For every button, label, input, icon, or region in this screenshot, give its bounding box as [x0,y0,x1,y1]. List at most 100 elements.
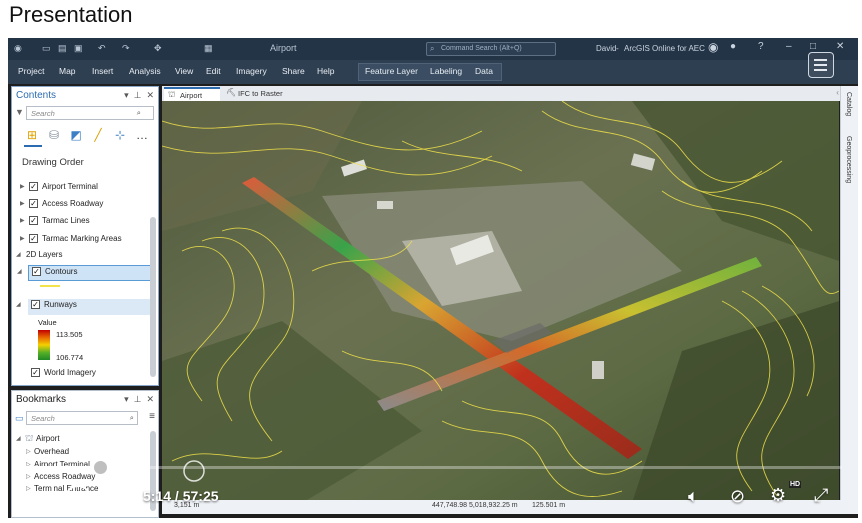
layer-row-contours[interactable]: ◢ ✓ Contours [17,265,156,281]
contents-pane-controls[interactable]: ▾ ⊥ ✕ [124,90,154,101]
tab-ifc-to-raster[interactable]: ⛏ IFC to Raster [222,87,308,101]
skip-forward-button[interactable]: 10 [106,485,132,511]
minimize-icon[interactable]: – [786,41,792,52]
new-project-icon[interactable]: ▭ [42,43,51,54]
filter-icon[interactable]: ▼ [15,107,24,117]
quick-access-project[interactable]: Airport [270,43,297,53]
tab-insert[interactable]: Insert [92,66,113,76]
redo-icon[interactable]: ↷ [122,43,130,54]
list-by-snapping-icon[interactable]: ⊹ [112,127,128,143]
layer-checkbox[interactable]: ✓ [31,368,40,377]
fullscreen-icon[interactable]: ⤢ [814,485,828,506]
layer-checkbox[interactable]: ✓ [32,267,41,276]
maximize-icon[interactable]: □ [810,41,816,52]
layer-checkbox[interactable]: ✓ [31,300,40,309]
catalog-tab[interactable]: Catalog [845,92,852,116]
list-by-drawing-order-icon[interactable]: ⊞ [24,127,40,143]
expand-arrow-icon[interactable]: ▶ [20,183,25,190]
close-window-icon[interactable]: ✕ [836,41,844,52]
tab-edit[interactable]: Edit [206,66,221,76]
search-icon: ⌕ [129,413,134,422]
bookmark-label: Access Roadway [34,472,96,481]
tab-help[interactable]: Help [317,66,334,76]
layer-label: Access Roadway [42,199,104,208]
help-icon[interactable]: ? [758,41,764,52]
layer-checkbox[interactable]: ✓ [29,234,38,243]
undo-icon[interactable]: ↶ [98,43,106,54]
tab-data[interactable]: Data [475,66,493,76]
tab-imagery[interactable]: Imagery [236,66,267,76]
avatar[interactable]: ◉ [708,40,718,54]
captions-off-icon[interactable]: ⊘ [730,486,745,507]
contents-search-input[interactable]: Search ⌕ [26,106,154,120]
list-by-editing-icon[interactable]: ╱ [90,127,106,143]
page-title: Presentation [9,2,133,27]
tab-project[interactable]: Project [18,66,44,76]
title-separator: - [616,44,619,53]
layer-row-runways[interactable]: ◢ ✓ Runways [16,299,156,315]
expand-arrow-icon[interactable]: ▶ [20,217,25,224]
layer-row-airport-terminal[interactable]: ▶ ✓ Airport Terminal [20,181,148,195]
collapse-arrow-icon[interactable]: ◢ [17,268,22,275]
command-search-box[interactable]: ⌕ Command Search (Alt+Q) [426,42,556,56]
volume-icon[interactable]: 🔈︎ [688,486,699,507]
user-name[interactable]: David [596,44,616,53]
contents-pane: Contents ▾ ⊥ ✕ ▼ Search ⌕ ⊞ ⛁ ◩ ╱ ⊹ … Dr… [11,86,159,386]
layer-checkbox[interactable]: ✓ [29,216,38,225]
contents-scrollbar[interactable] [150,217,156,377]
more-options-icon[interactable]: … [134,127,150,143]
layer-checkbox[interactable]: ✓ [29,199,38,208]
current-time: 5:14 [143,488,172,504]
expand-arrow-icon[interactable]: ▶ [20,235,25,242]
collapse-arrow-icon[interactable]: ◢ [16,435,21,442]
bookmark-icon[interactable]: ▭ [15,413,24,424]
tab-label: Airport [180,91,203,100]
list-by-selection-icon[interactable]: ◩ [68,127,84,143]
select-tool-icon[interactable]: ✥ [154,43,162,54]
airport-scene[interactable] [162,101,839,503]
settings-gear-icon[interactable]: ⚙ [770,485,786,506]
tab-feature-layer[interactable]: Feature Layer [365,66,418,76]
menu-line [814,69,827,71]
bookmark-group-airport[interactable]: ◢ Airport ⛫ [16,433,144,447]
tab-airport-view[interactable]: ⛫ Airport ✕ [164,87,220,109]
map-view[interactable] [162,101,839,503]
layer-row-tarmac-marking-areas[interactable]: ▶ ✓ Tarmac Marking Areas [20,233,148,247]
group-2d-layers[interactable]: ◢ 2D Layers [16,249,144,263]
bookmarks-search-input[interactable]: Search ⌕ [26,411,138,425]
tab-view[interactable]: View [175,66,193,76]
tool-icon: ⛏ [226,88,237,97]
play-button[interactable] [22,482,54,514]
progress-bar[interactable] [26,459,842,476]
tab-map[interactable]: Map [59,66,76,76]
bookmark-label: Overhead [34,447,70,456]
layer-row-access-roadway[interactable]: ▶ ✓ Access Roadway [20,198,148,212]
skip-back-label: 10 [72,492,84,503]
menu-icon[interactable]: ≡ [149,411,155,422]
geoprocessing-tab[interactable]: Geoprocessing [845,136,852,183]
tab-analysis[interactable]: Analysis [129,66,161,76]
layer-row-tarmac-lines[interactable]: ▶ ✓ Tarmac Lines [20,215,148,229]
bookmark-group-label: Airport [36,434,60,443]
tab-labeling[interactable]: Labeling [430,66,462,76]
collapse-arrow-icon[interactable]: ◢ [16,301,21,308]
layer-checkbox[interactable]: ✓ [29,182,38,191]
list-by-data-source-icon[interactable]: ⛁ [46,127,62,143]
player-menu-button[interactable] [808,52,834,78]
tab-share[interactable]: Share [282,66,305,76]
expand-arrow-icon[interactable]: ▶ [20,200,25,207]
save-icon[interactable]: ▣ [74,43,83,54]
drawing-order-heading: Drawing Order [22,157,84,168]
bookmark-item[interactable]: ▷ Overhead [26,446,154,460]
skip-back-button[interactable]: 10 [65,485,91,511]
collapse-arrow-icon[interactable]: ◢ [16,251,21,258]
video-player[interactable]: ◉ ▭ ▤ ▣ ↶ ↷ ✥ ▦ Airport ⌕ Command Search… [8,38,858,518]
bookmarks-pane-controls[interactable]: ▾ ⊥ ✕ [124,394,154,405]
notification-icon[interactable]: ● [730,41,736,52]
layout-icon[interactable]: ▦ [204,43,213,54]
open-project-icon[interactable]: ▤ [58,43,67,54]
menu-line [814,64,827,66]
portal-name[interactable]: ArcGIS Online for AEC [624,44,705,53]
search-icon: ⌕ [430,44,435,53]
layer-row-world-imagery[interactable]: ✓ World Imagery [28,367,156,381]
